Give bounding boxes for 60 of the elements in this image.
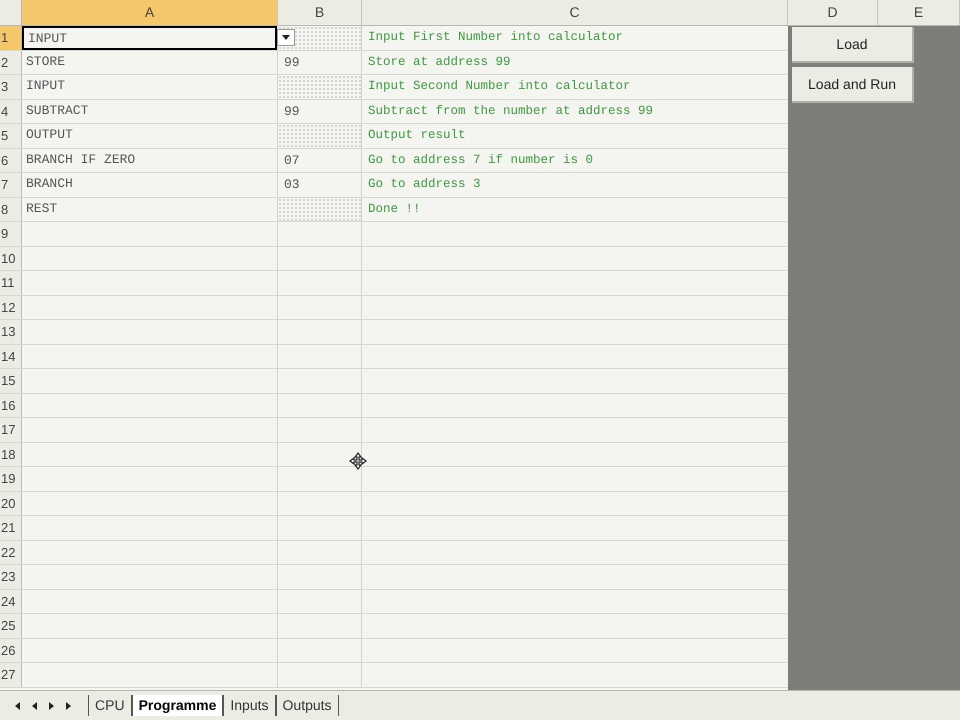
move-cursor-icon: [348, 451, 368, 471]
row-header[interactable]: 24: [0, 590, 22, 613]
table-cell-text: Go to address 3: [367, 176, 482, 193]
row-header[interactable]: 6: [0, 148, 22, 172]
next-sheet-icon[interactable]: [48, 702, 55, 710]
row-header[interactable]: 3: [0, 75, 22, 98]
row-header[interactable]: 23: [0, 565, 22, 588]
table-cell-text: 99: [283, 54, 301, 72]
caret-icon: [282, 35, 290, 40]
dropdown-button[interactable]: [277, 29, 295, 46]
table-cell-text: Store at address 99: [367, 54, 512, 70]
sheet-tab[interactable]: Programme: [132, 695, 224, 716]
last-sheet-icon[interactable]: [65, 702, 72, 710]
table-cell[interactable]: OUTPUT: [22, 124, 277, 148]
row-header[interactable]: 12: [0, 296, 22, 319]
table-cell[interactable]: BRANCH: [22, 173, 277, 196]
row-header[interactable]: 17: [0, 418, 22, 442]
row-header[interactable]: 4: [0, 100, 22, 123]
table-cell-text: Done !!: [367, 200, 422, 218]
row-header[interactable]: 19: [0, 467, 22, 490]
row-header[interactable]: 11: [0, 271, 22, 294]
table-cell-text: Go to address 7 if number is 0: [367, 152, 594, 168]
table-cell-text: 07: [283, 152, 301, 170]
row-header[interactable]: 10: [0, 246, 22, 270]
previous-sheet-icon[interactable]: [31, 702, 38, 710]
row-header[interactable]: 20: [0, 492, 22, 515]
macro-button[interactable]: Load and Run: [792, 67, 914, 103]
sheet-tab[interactable]: Outputs: [276, 695, 339, 716]
row-header[interactable]: 7: [0, 173, 22, 196]
table-cell[interactable]: INPUT: [22, 75, 277, 98]
table-cell-text: Input Second Number into calculator: [367, 78, 632, 95]
row-header[interactable]: 22: [0, 540, 22, 564]
row-header[interactable]: 13: [0, 320, 22, 344]
row-header[interactable]: 14: [0, 344, 22, 368]
table-cell-text: 03: [283, 176, 301, 194]
table-cell-text: Input First Number into calculator: [367, 29, 624, 46]
row-header[interactable]: 16: [0, 394, 22, 417]
row-header[interactable]: 2: [0, 50, 22, 74]
row-header[interactable]: 15: [0, 369, 22, 392]
row-header[interactable]: 21: [0, 516, 22, 540]
row-header[interactable]: 9: [0, 222, 22, 246]
table-cell-text: 99: [283, 102, 301, 120]
first-sheet-icon[interactable]: [14, 702, 21, 710]
table-cell[interactable]: REST: [22, 198, 277, 221]
row-header[interactable]: 1: [0, 26, 22, 50]
table-cell[interactable]: INPUT: [22, 26, 277, 50]
table-cell[interactable]: STORE: [22, 50, 277, 74]
table-cell[interactable]: BRANCH IF ZERO: [22, 148, 277, 172]
macro-button[interactable]: Load: [792, 27, 914, 63]
row-header[interactable]: 8: [0, 198, 22, 221]
row-header[interactable]: 18: [0, 442, 22, 466]
table-cell-text: Subtract from the number at address 99: [367, 102, 654, 120]
row-header[interactable]: 25: [0, 614, 22, 638]
row-header[interactable]: 26: [0, 638, 22, 662]
sheet-tab[interactable]: Inputs: [223, 695, 276, 716]
row-header[interactable]: 5: [0, 124, 22, 148]
table-cell-text: Output result: [367, 127, 467, 144]
row-header[interactable]: 27: [0, 663, 22, 686]
table-cell[interactable]: SUBTRACT: [22, 100, 277, 123]
column-header[interactable]: A: [22, 0, 278, 25]
